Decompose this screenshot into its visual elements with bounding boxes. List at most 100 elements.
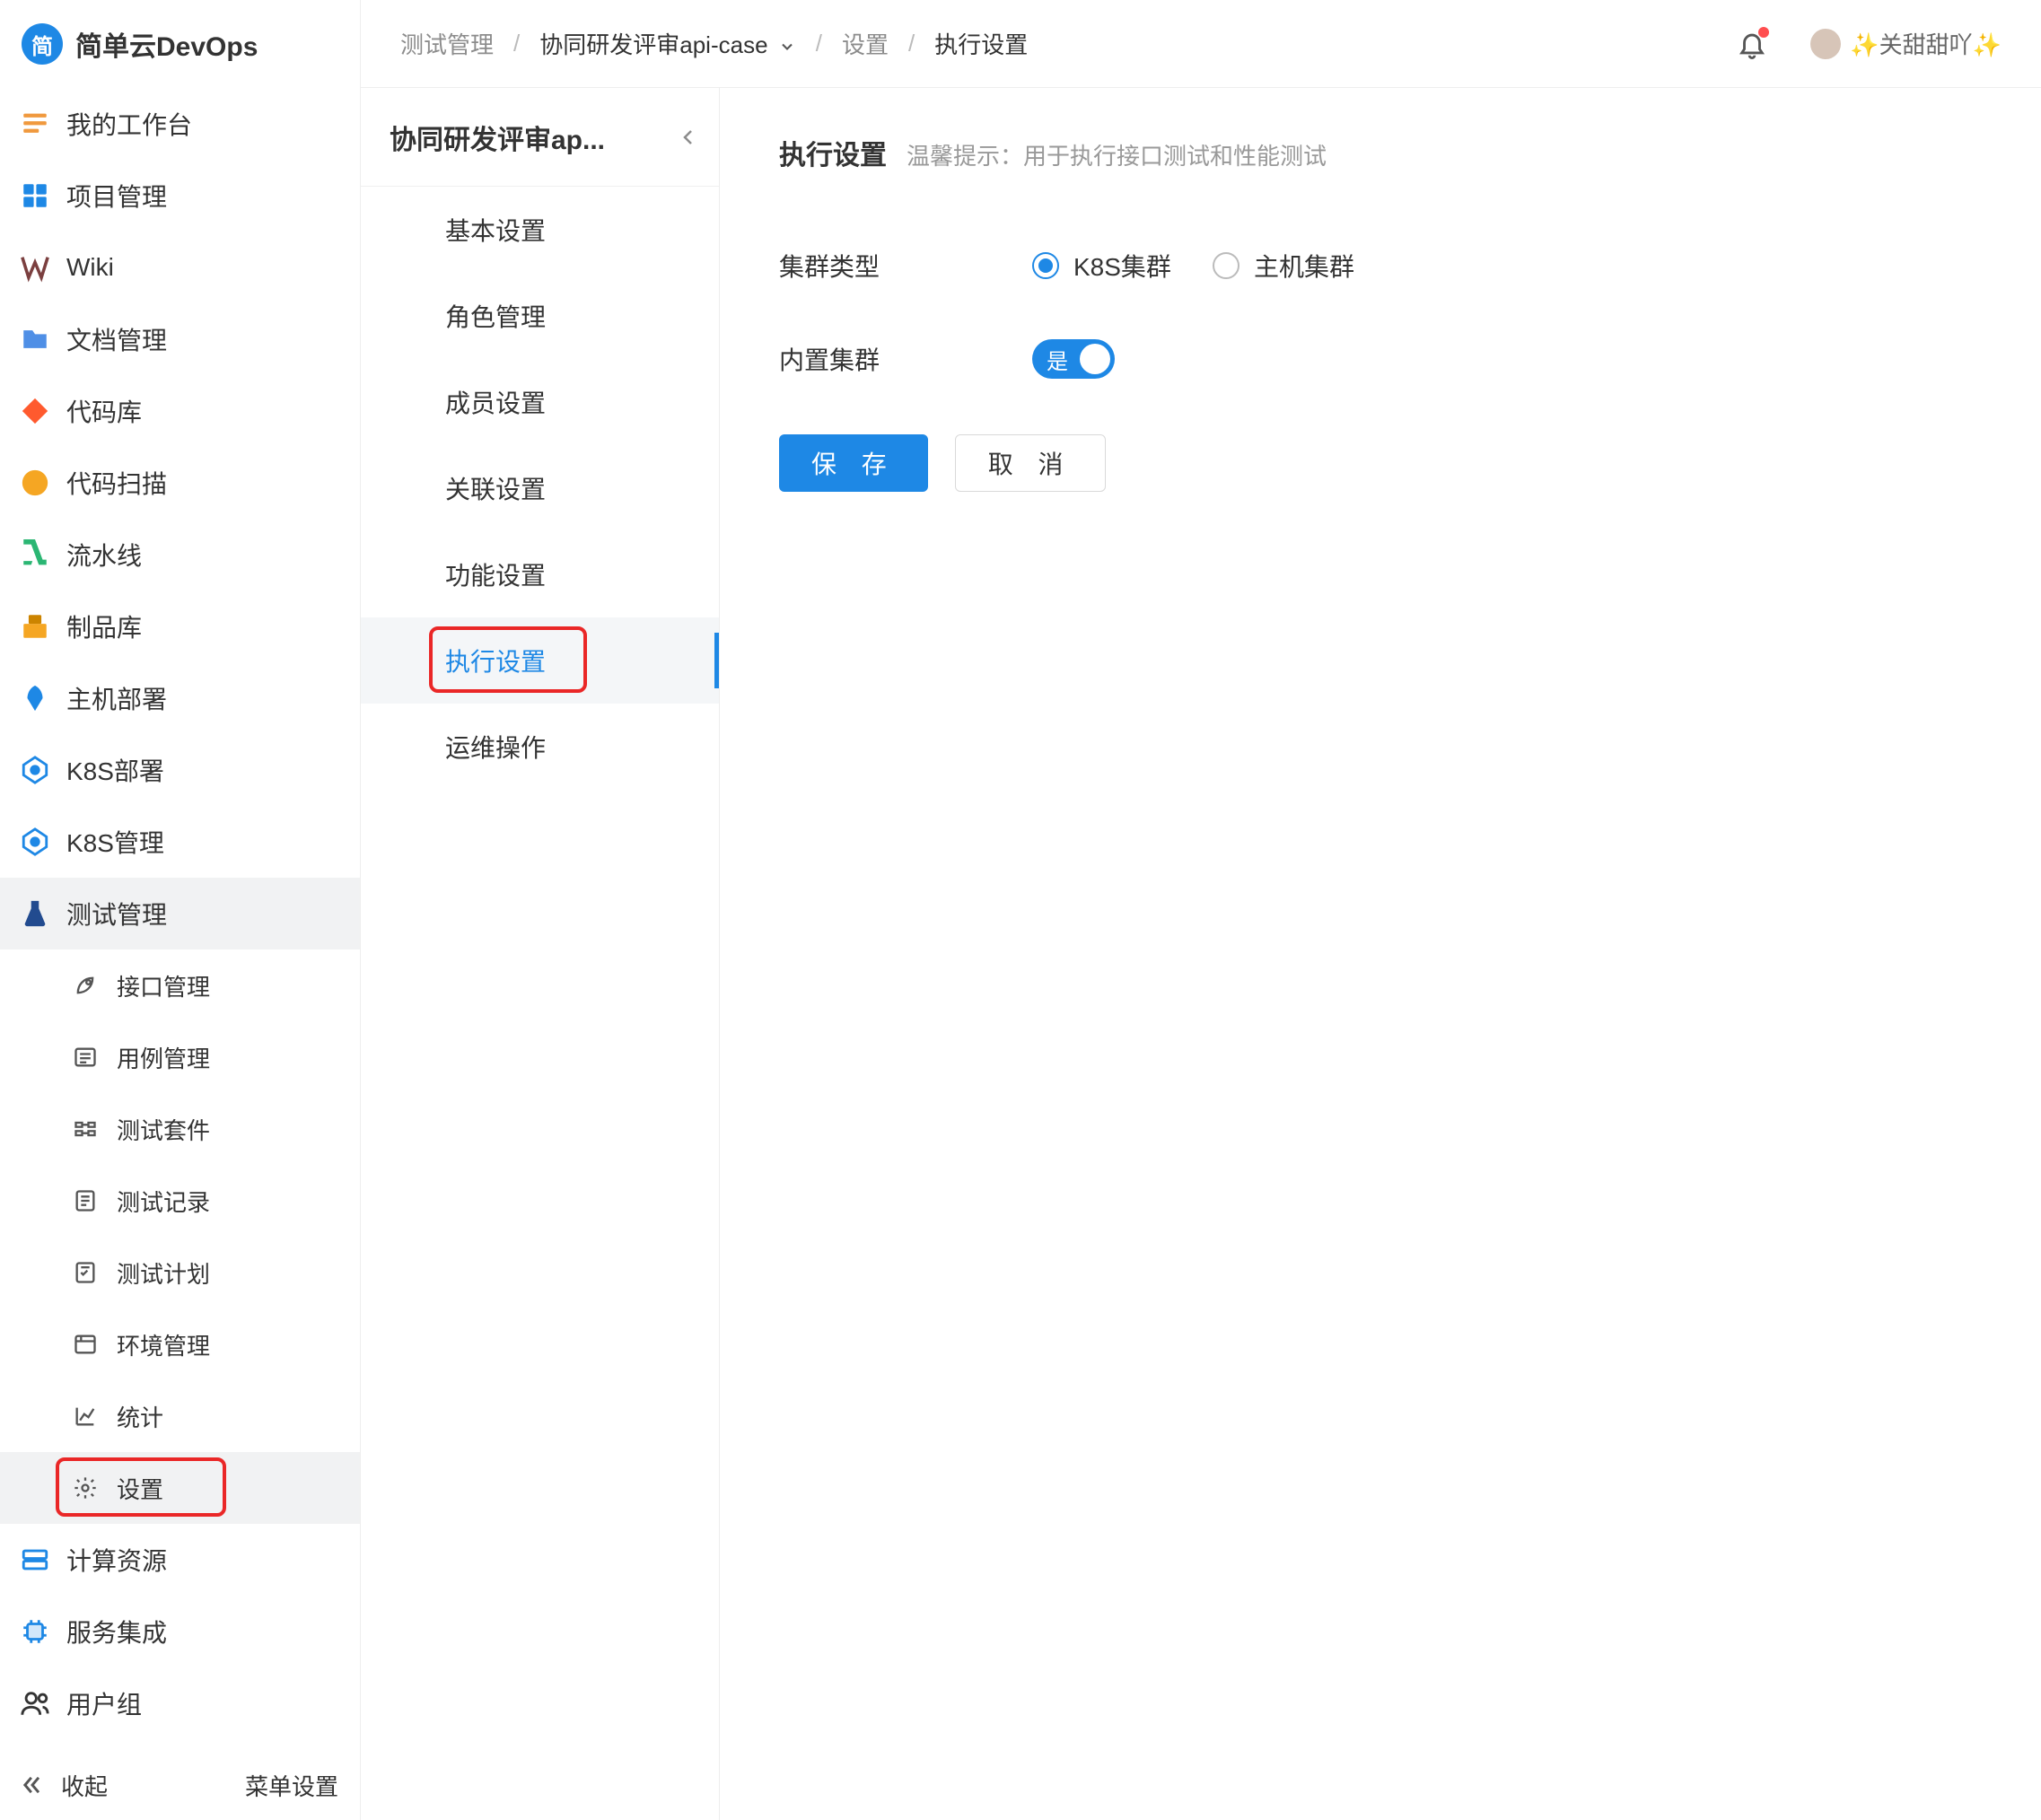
list-icon (70, 1042, 101, 1072)
compute-icon (20, 1544, 50, 1575)
avatar (1810, 29, 1841, 59)
user-menu[interactable]: ✨关甜甜吖✨ (1810, 27, 2002, 60)
crumb-project-dropdown[interactable]: 协同研发评审api-case (539, 27, 796, 60)
settings-tab-feature[interactable]: 功能设置 (361, 531, 719, 617)
nav-pipeline[interactable]: 流水线 (0, 519, 360, 591)
crumb-sep: / (510, 30, 523, 57)
settings-tab-link[interactable]: 关联设置 (361, 445, 719, 531)
plan-icon (70, 1257, 101, 1288)
notification-bell[interactable] (1737, 29, 1767, 59)
settings-tab-basic[interactable]: 基本设置 (361, 187, 719, 273)
row-cluster-type: 集群类型 K8S集群 主机集群 (779, 248, 1982, 284)
nav-project[interactable]: 项目管理 (0, 160, 360, 232)
chip-icon (20, 1616, 50, 1647)
switch-knob (1080, 344, 1110, 374)
save-button[interactable]: 保 存 (779, 434, 928, 492)
cluster-type-radio-group: K8S集群 主机集群 (1032, 248, 1354, 284)
chevron-down-icon (778, 38, 796, 56)
chart-icon (70, 1401, 101, 1431)
nav-docs[interactable]: 文档管理 (0, 303, 360, 375)
row-builtin-cluster: 内置集群 是 (779, 339, 1982, 379)
nav-test[interactable]: 测试管理 (0, 878, 360, 949)
settings-tab-ops[interactable]: 运维操作 (361, 704, 719, 790)
nav-test-env[interactable]: 环境管理 (0, 1308, 360, 1380)
button-row: 保 存 取 消 (779, 434, 1982, 492)
pipeline-icon (20, 539, 50, 570)
sidebar-collapse-toggle[interactable]: 收起 (20, 1769, 108, 1802)
wiki-icon (20, 252, 50, 283)
nav-test-plan[interactable]: 测试计划 (0, 1237, 360, 1308)
label-builtin-cluster: 内置集群 (779, 341, 1032, 377)
nav-test-case[interactable]: 用例管理 (0, 1021, 360, 1093)
nav-test-api[interactable]: 接口管理 (0, 949, 360, 1021)
radio-dot-icon (1032, 252, 1059, 279)
notification-dot (1758, 27, 1769, 38)
nav-wiki[interactable]: Wiki (0, 232, 360, 303)
wheel-icon (20, 755, 50, 785)
nav-workbench[interactable]: 我的工作台 (0, 88, 360, 160)
radio-host-cluster[interactable]: 主机集群 (1213, 248, 1354, 284)
radio-k8s-cluster[interactable]: K8S集群 (1032, 248, 1171, 284)
user-nickname: ✨关甜甜吖✨ (1850, 27, 2002, 60)
env-icon (70, 1329, 101, 1360)
nav-users[interactable]: 用户组 (0, 1667, 360, 1739)
settings-collapse-button[interactable] (672, 121, 705, 153)
topbar: 测试管理 / 协同研发评审api-case / 设置 / 执行设置 ✨关甜甜吖✨ (361, 0, 2041, 88)
nav-artifact[interactable]: 制品库 (0, 591, 360, 662)
crumb-sep: / (905, 30, 918, 57)
flask-icon (20, 898, 50, 929)
crumb-exec: 执行设置 (934, 27, 1028, 60)
nav-integ[interactable]: 服务集成 (0, 1596, 360, 1667)
record-icon (70, 1186, 101, 1216)
rocket-icon (20, 683, 50, 713)
crumb-settings[interactable]: 设置 (842, 27, 889, 60)
settings-project-title: 协同研发评审ap... (390, 118, 605, 157)
primary-nav: 我的工作台 项目管理 Wiki 文档管理 代码库 代码扫描 流水线 制品库 主机… (0, 88, 360, 1750)
nav-compute[interactable]: 计算资源 (0, 1524, 360, 1596)
crumb-sep: / (812, 30, 826, 57)
radio-dot-icon (1213, 252, 1239, 279)
workbench-icon (20, 109, 50, 139)
chevron-left-icon (678, 127, 699, 148)
nav-repo[interactable]: 代码库 (0, 375, 360, 447)
menu-settings-link[interactable]: 菜单设置 (245, 1769, 338, 1802)
nav-test-record[interactable]: 测试记录 (0, 1165, 360, 1237)
brand[interactable]: 简 简单云DevOps (0, 0, 360, 88)
cancel-button[interactable]: 取 消 (955, 434, 1106, 492)
gear-icon (70, 1473, 101, 1503)
folder-icon (20, 324, 50, 354)
panel-hint: 温馨提示：用于执行接口测试和性能测试 (907, 138, 1327, 171)
artifact-icon (20, 611, 50, 642)
nav-k8sdeploy[interactable]: K8S部署 (0, 734, 360, 806)
builtin-cluster-switch[interactable]: 是 (1032, 339, 1115, 379)
crumb-test[interactable]: 测试管理 (400, 27, 494, 60)
nav-test-settings[interactable]: 设置 (0, 1452, 360, 1524)
main-area: 测试管理 / 协同研发评审api-case / 设置 / 执行设置 ✨关甜甜吖✨… (361, 0, 2041, 1820)
collapse-icon (20, 1772, 45, 1798)
panel-title: 执行设置 (779, 133, 887, 172)
project-icon (20, 180, 50, 211)
sidebar-footer: 收起 菜单设置 (0, 1750, 360, 1820)
settings-tab-member[interactable]: 成员设置 (361, 359, 719, 445)
panel-header: 执行设置 温馨提示：用于执行接口测试和性能测试 (779, 133, 1982, 172)
label-cluster-type: 集群类型 (779, 248, 1032, 284)
nav-host[interactable]: 主机部署 (0, 662, 360, 734)
settings-sidebar: 协同研发评审ap... 基本设置 角色管理 成员设置 关联设置 功能设置 执行设… (361, 88, 720, 1820)
rocket-sm-icon (70, 970, 101, 1001)
nav-scan[interactable]: 代码扫描 (0, 447, 360, 519)
nav-test-stat[interactable]: 统计 (0, 1380, 360, 1452)
scan-icon (20, 468, 50, 498)
settings-header: 协同研发评审ap... (361, 88, 719, 187)
primary-sidebar: 简 简单云DevOps 我的工作台 项目管理 Wiki 文档管理 代码库 代码扫… (0, 0, 361, 1820)
nav-test-suite[interactable]: 测试套件 (0, 1093, 360, 1165)
settings-tab-exec[interactable]: 执行设置 (361, 617, 719, 704)
users-icon (20, 1688, 50, 1719)
content: 协同研发评审ap... 基本设置 角色管理 成员设置 关联设置 功能设置 执行设… (361, 88, 2041, 1820)
brand-name: 简单云DevOps (75, 24, 258, 64)
settings-panel: 执行设置 温馨提示：用于执行接口测试和性能测试 集群类型 K8S集群 主机集群 (720, 88, 2041, 1820)
nav-k8smgmt[interactable]: K8S管理 (0, 806, 360, 878)
switch-on-label: 是 (1047, 344, 1068, 375)
wheel-icon (20, 827, 50, 857)
brand-logo-icon: 简 (22, 23, 63, 65)
settings-tab-role[interactable]: 角色管理 (361, 273, 719, 359)
